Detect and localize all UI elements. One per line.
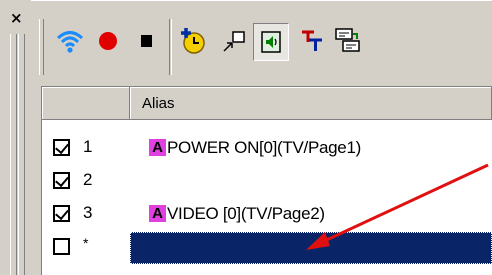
dock-grip[interactable]	[10, 34, 17, 275]
row-number: 2	[83, 170, 93, 189]
table-row-new[interactable]: *	[42, 232, 492, 265]
row-number: 3	[83, 203, 93, 222]
speaker-button[interactable]	[253, 23, 289, 61]
alias-cell[interactable]: POWER ON[0](TV/Page1)	[167, 138, 361, 158]
row-number: *	[83, 235, 89, 251]
column-header-alias: Alias	[142, 95, 175, 112]
keyboard-button[interactable]	[331, 23, 365, 59]
keyboard-icon	[335, 28, 360, 52]
header-alias-column[interactable]: Alias	[130, 87, 492, 120]
speaker-icon	[261, 31, 281, 53]
close-icon[interactable]: ×	[10, 10, 23, 26]
row-number: 1	[83, 137, 93, 156]
stop-icon	[141, 35, 152, 47]
remote-list-grid: Alias 1 A POWER ON[0](TV/Page1) 2 3 A VI…	[41, 86, 492, 275]
row-checkbox[interactable]	[53, 172, 70, 189]
add-timer-icon	[181, 28, 205, 54]
row-checkbox[interactable]	[53, 139, 70, 156]
toolbar-grip[interactable]	[39, 19, 44, 75]
dock-grip-secondary	[18, 34, 25, 275]
table-row[interactable]: 3 A VIDEO [0](TV/Page2)	[42, 199, 492, 232]
alias-cell[interactable]: VIDEO [0](TV/Page2)	[167, 204, 325, 224]
row-checkbox[interactable]	[53, 205, 70, 222]
alias-badge-icon: A	[149, 205, 166, 222]
resize-button[interactable]	[217, 23, 251, 59]
left-strip: ×	[0, 0, 30, 275]
selected-alias-cell[interactable]	[130, 232, 492, 264]
row-checkbox[interactable]	[53, 238, 70, 255]
table-row[interactable]: 2	[42, 166, 492, 199]
table-row[interactable]: 1 A POWER ON[0](TV/Page1)	[42, 133, 492, 166]
add-timer-button[interactable]	[176, 23, 210, 59]
text-button[interactable]	[295, 23, 329, 59]
wifi-button[interactable]	[53, 23, 87, 59]
stop-button[interactable]	[129, 23, 163, 59]
grid-header: Alias	[42, 87, 492, 121]
text-icon	[302, 30, 322, 51]
toolbar	[31, 0, 492, 85]
record-button[interactable]	[91, 23, 125, 59]
toolbar-separator	[169, 19, 172, 75]
alias-badge-icon: A	[149, 139, 166, 156]
record-icon	[99, 32, 117, 50]
wifi-icon	[56, 31, 84, 53]
header-corner[interactable]	[42, 87, 130, 120]
resize-arrow-icon	[223, 31, 245, 52]
